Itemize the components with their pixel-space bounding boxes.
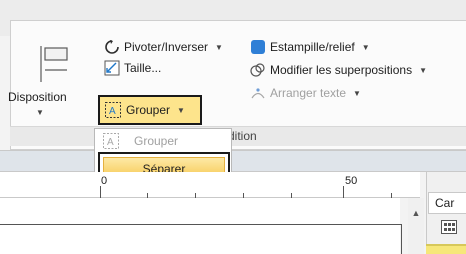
ribbon-group-label: dition [228, 129, 257, 143]
vertical-scrollbar[interactable] [408, 198, 424, 254]
size-label: Taille... [124, 61, 162, 75]
stamp-relief-label: Estampille/relief [270, 40, 355, 54]
chevron-down-icon: ▼ [419, 65, 427, 75]
svg-text:A: A [107, 137, 114, 148]
toolbar-strip [0, 150, 466, 172]
scroll-up-icon[interactable]: ▲ [408, 208, 424, 220]
menu-item-group[interactable]: A Grouper [102, 131, 178, 151]
resize-icon [104, 60, 120, 76]
svg-text:A: A [109, 106, 116, 117]
chevron-down-icon: ▼ [361, 42, 370, 52]
page-border [401, 224, 402, 254]
chevron-down-icon: ▼ [36, 108, 44, 117]
size-button[interactable]: Taille... [104, 58, 161, 78]
group-icon: A [103, 133, 119, 149]
side-panel-swatch[interactable] [426, 244, 466, 254]
ruler-tick [100, 186, 101, 198]
arrange-text-button[interactable]: Arranger texte ▼ [250, 83, 361, 103]
pivot-invert-label: Pivoter/Inverser [124, 40, 209, 54]
side-panel-tab-label: Car [435, 196, 455, 210]
group-button[interactable]: A Grouper ▼ [98, 95, 202, 125]
group-icon: A [105, 102, 121, 118]
stamp-relief-button[interactable]: Estampille/relief ▼ [250, 37, 370, 57]
arrange-text-icon [251, 88, 265, 99]
group-label: Grouper [126, 103, 171, 117]
ruler-label-50: 50 [345, 175, 358, 187]
rotate-icon [105, 40, 119, 54]
pivot-invert-button[interactable]: Pivoter/Inverser ▼ [104, 37, 223, 57]
menu-item-group-label: Grouper [134, 134, 179, 148]
overlap-icon [250, 63, 265, 77]
disposition-label: Disposition [8, 90, 67, 104]
page-border [0, 224, 402, 225]
stamp-icon [251, 40, 265, 54]
design-canvas[interactable] [0, 198, 400, 254]
edit-overlaps-button[interactable]: Modifier les superpositions ▼ [250, 60, 427, 80]
ruler-label-0: 0 [101, 175, 108, 187]
chevron-down-icon: ▼ [215, 42, 223, 52]
chevron-down-icon: ▼ [353, 88, 361, 98]
layout-icon [40, 46, 68, 82]
grid-icon[interactable] [441, 220, 457, 234]
chevron-down-icon: ▼ [177, 105, 185, 115]
edit-overlaps-label: Modifier les superpositions [270, 63, 413, 77]
ruler-tick [343, 186, 344, 198]
side-panel-tab[interactable]: Car [428, 192, 466, 214]
arrange-text-label: Arranger texte [270, 86, 347, 100]
